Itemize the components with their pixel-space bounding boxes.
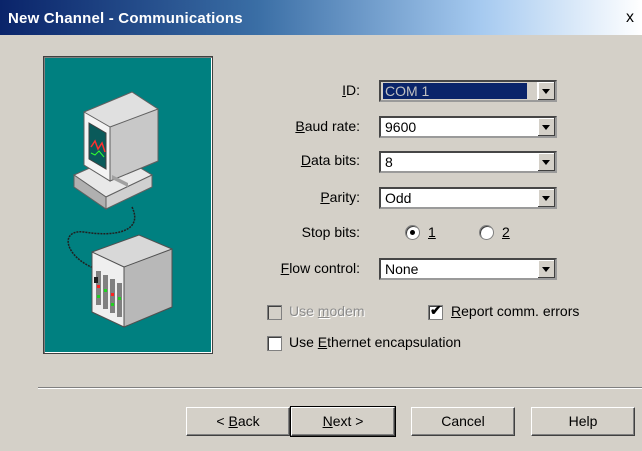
id-combobox[interactable]: COM 1 [379,80,557,102]
data-bits-combobox[interactable]: 8 [379,151,557,173]
baud-rate-label: Baud rate: [295,118,360,134]
chevron-down-icon[interactable] [537,189,555,207]
id-value: COM 1 [383,83,527,99]
parity-value: Odd [385,190,412,206]
flow-control-value: None [385,261,419,277]
cancel-button[interactable]: Cancel [411,407,515,436]
flow-control-combobox[interactable]: None [379,258,557,280]
baud-rate-combobox[interactable]: 9600 [379,116,557,138]
chevron-down-icon[interactable] [537,82,555,100]
next-button[interactable]: Next > [290,406,396,437]
chevron-down-icon[interactable] [537,260,555,278]
window-title: New Channel - Communications [8,10,243,27]
stop-bits-2-label: 2 [502,224,510,240]
check-mark-icon: ✔ [430,302,442,318]
parity-label: Parity: [320,189,360,205]
stop-bits-2-radio[interactable] [479,225,494,240]
report-comm-errors-label: Report comm. errors [451,303,580,319]
wizard-illustration [43,56,213,354]
data-bits-label: Data bits: [300,152,360,168]
ethernet-encapsulation-checkbox[interactable] [267,336,282,351]
parity-combobox[interactable]: Odd [379,187,557,209]
baud-rate-value: 9600 [385,119,417,135]
separator-line [38,387,642,389]
title-bar: New Channel - Communications x [0,0,642,35]
chevron-down-icon[interactable] [537,118,555,136]
close-icon[interactable]: x [620,8,640,28]
use-modem-checkbox[interactable] [267,305,282,320]
stop-bits-label: Stop bits: [301,224,360,240]
id-label: ID: [342,82,360,98]
stop-bits-1-label: 1 [428,224,436,240]
report-comm-errors-checkbox[interactable]: ✔ [428,302,443,320]
back-button[interactable]: < Back [186,407,290,436]
data-bits-value: 8 [385,154,393,170]
ethernet-encapsulation-label: Use Ethernet encapsulation [289,334,462,350]
computer-to-plc-icon [67,91,173,328]
use-modem-label: Use modem [289,303,365,319]
stop-bits-1-radio[interactable] [405,225,420,240]
flow-control-label: Flow control: [280,260,360,276]
chevron-down-icon[interactable] [537,153,555,171]
radio-selected-dot [410,230,415,235]
help-button[interactable]: Help [531,407,635,436]
